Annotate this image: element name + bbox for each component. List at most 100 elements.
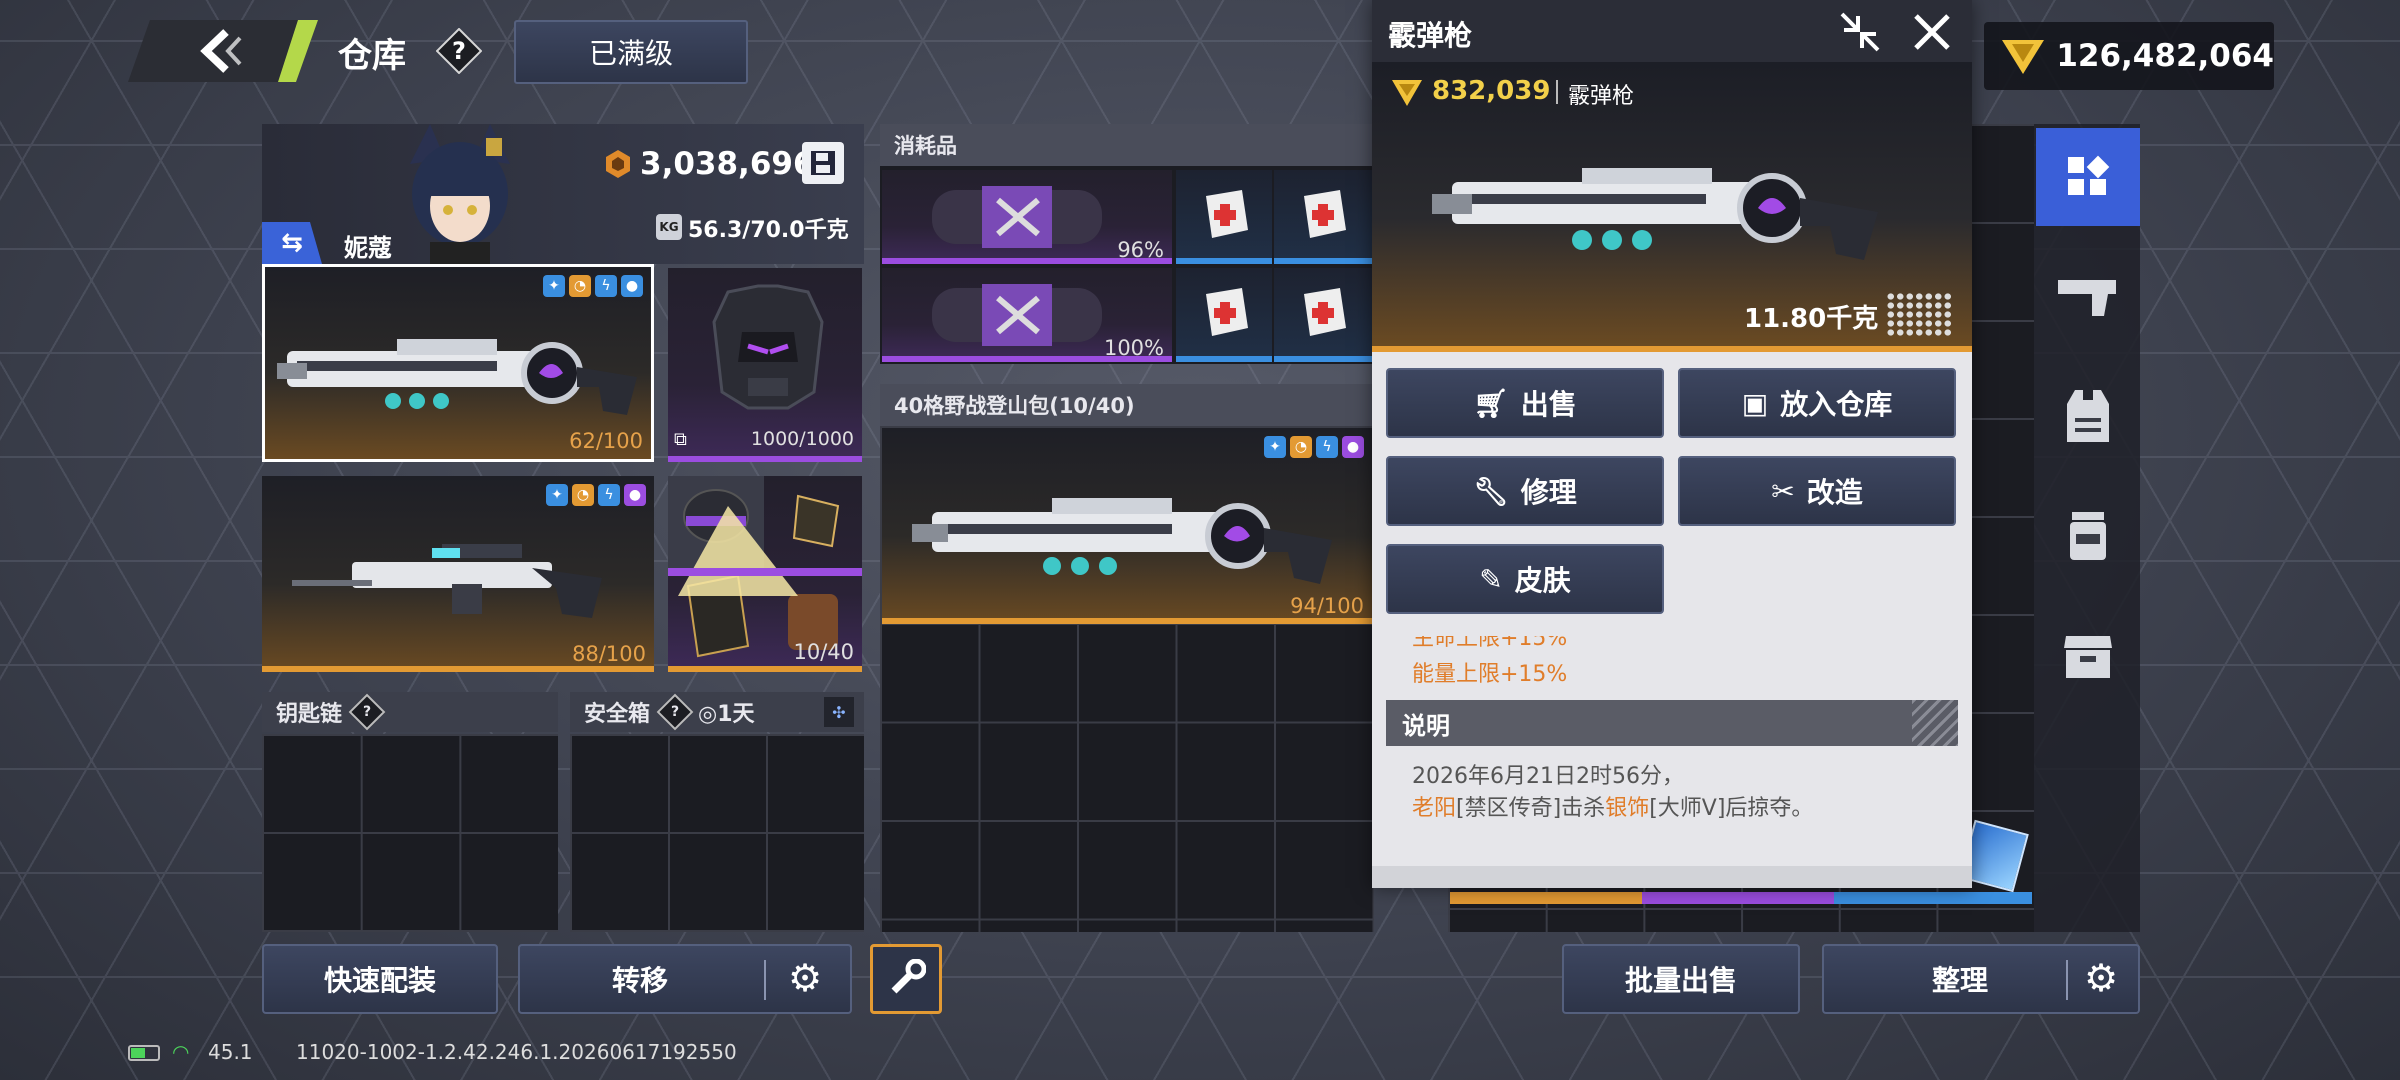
partial-stat: 生命上限+15% bbox=[1412, 626, 1568, 651]
detail-weight: 11.80千克 bbox=[1744, 304, 1879, 334]
primary-weapon-slot[interactable]: ✦ ◔ ϟ ● 62/100 bbox=[262, 264, 654, 462]
description-header: 说明 bbox=[1386, 700, 1958, 746]
help-icon[interactable]: ? bbox=[435, 27, 483, 75]
victim-rank: 银饰 bbox=[1605, 796, 1650, 821]
secondary-durability: 88/100 bbox=[572, 642, 646, 666]
weight-icon: KG bbox=[656, 214, 682, 240]
vest-icon bbox=[2067, 390, 2109, 442]
medkit-icon bbox=[1304, 190, 1346, 238]
weapon-mod-tags: ✦ ◔ ϟ ● bbox=[546, 484, 646, 506]
repair-button[interactable]: 🔧︎ 修理 bbox=[1386, 456, 1664, 526]
price-gem-icon bbox=[1390, 76, 1424, 108]
safebox-label: 安全箱 bbox=[584, 702, 651, 727]
header-stripes bbox=[1912, 700, 1958, 746]
cart-icon: 🛒︎ bbox=[1473, 386, 1509, 420]
transfer-button[interactable]: 转移 ⚙ bbox=[518, 944, 852, 1014]
consumable-item[interactable]: 96% bbox=[882, 170, 1172, 264]
energy-stat: 能量上限+15% bbox=[1412, 662, 1568, 687]
medkit-slot[interactable] bbox=[1176, 268, 1272, 362]
filter-tab-misc[interactable] bbox=[2036, 606, 2140, 706]
back-button[interactable] bbox=[128, 20, 318, 82]
swap-icon: ⇆ bbox=[281, 228, 303, 258]
armor-slot[interactable]: ⧉ 1000/1000 bbox=[668, 268, 862, 462]
warehouse-item-bottom[interactable] bbox=[1450, 892, 2032, 904]
transfer-label: 转移 bbox=[612, 964, 669, 997]
backpack-item-durability: 94/100 bbox=[1290, 594, 1364, 618]
character-weight: 56.3/70.0千克 bbox=[688, 218, 849, 243]
secondary-weapon-slot[interactable]: ✦ ◔ ϟ ● 88/100 bbox=[262, 476, 654, 672]
character-currency: 3,038,696 bbox=[640, 146, 815, 182]
page-title: 仓库 bbox=[338, 36, 406, 76]
battery-pack-icon bbox=[932, 186, 1102, 248]
weapon-mod-tags: ✦ ◔ ϟ ● bbox=[543, 275, 643, 297]
organize-settings-icon[interactable]: ⚙ bbox=[2084, 956, 2118, 1000]
spray-icon: ✎ bbox=[1479, 562, 1503, 596]
wrench-icon: 🔧︎ bbox=[1473, 474, 1509, 508]
item-size-grid-icon bbox=[1886, 292, 1954, 336]
expand-safebox-icon[interactable]: ✣ bbox=[824, 697, 854, 727]
save-loadout-button[interactable] bbox=[802, 142, 844, 184]
grid-icon bbox=[2068, 155, 2110, 195]
modify-button[interactable]: ✂ 改造 bbox=[1678, 456, 1956, 526]
filter-tab-armor[interactable] bbox=[2036, 366, 2140, 466]
weapon-durability: 62/100 bbox=[569, 429, 643, 453]
consumable-item[interactable]: 100% bbox=[882, 268, 1172, 362]
bulk-sell-button[interactable]: 批量出售 bbox=[1562, 944, 1800, 1014]
detail-type: 霰弹枪 bbox=[1568, 84, 1635, 109]
backpack-shotgun-item[interactable]: ✦ ◔ ϟ ● 94/100 bbox=[882, 428, 1372, 624]
close-icon[interactable] bbox=[1912, 12, 1952, 52]
filter-tab-consumables[interactable] bbox=[2036, 486, 2140, 586]
filter-tab-all[interactable] bbox=[2036, 128, 2140, 226]
store-button[interactable]: ▣ 放入仓库 bbox=[1678, 368, 1956, 438]
svg-text:?: ? bbox=[452, 37, 466, 65]
box-icon: ▣ bbox=[1741, 386, 1769, 420]
medkit-slot[interactable] bbox=[1274, 268, 1372, 362]
wifi-icon: ◠ bbox=[172, 1040, 190, 1064]
price-divider bbox=[1556, 80, 1558, 104]
back-icon bbox=[128, 20, 318, 82]
quick-loadout-button[interactable]: 快速配装 bbox=[262, 944, 498, 1014]
collapse-icon[interactable] bbox=[1838, 10, 1882, 54]
wrench-tool-button[interactable] bbox=[870, 944, 942, 1014]
jar-icon bbox=[2070, 512, 2106, 560]
shotgun-icon bbox=[912, 498, 1332, 584]
medkit-slot[interactable] bbox=[1176, 170, 1272, 264]
safebox-grid[interactable] bbox=[570, 734, 864, 932]
footer-pattern bbox=[1372, 866, 1972, 888]
armor-vest-icon bbox=[712, 284, 824, 410]
safebox-help-icon[interactable]: ? bbox=[656, 693, 694, 731]
gun-icon bbox=[2058, 280, 2116, 316]
signal-value: 45.1 bbox=[208, 1040, 253, 1064]
character-portrait bbox=[390, 124, 530, 264]
keychain-grid[interactable] bbox=[262, 734, 558, 932]
save-icon bbox=[811, 151, 835, 175]
medkit-slot[interactable] bbox=[1274, 170, 1372, 264]
skin-button[interactable]: ✎ 皮肤 bbox=[1386, 544, 1664, 614]
detail-title: 霰弹枪 bbox=[1388, 19, 1473, 52]
detail-rarity-line bbox=[1372, 346, 1972, 352]
killer-name: 老阳 bbox=[1412, 796, 1457, 821]
transfer-settings-icon[interactable]: ⚙ bbox=[788, 956, 822, 1000]
safebox-header: 安全箱 ? ◎1天 ✣ bbox=[570, 692, 864, 732]
detail-price: 832,039 bbox=[1432, 76, 1551, 106]
item-detail-popup: 霰弹枪 832,039 霰弹枪 11.80千克 🛒︎ 出售 ▣ 放入仓库 🔧︎ 修理 … bbox=[1372, 0, 1972, 888]
backpack-slot[interactable]: 10/40 bbox=[668, 476, 862, 672]
sell-button[interactable]: 🛒︎ 出售 bbox=[1386, 368, 1664, 438]
keychain-help-icon[interactable]: ? bbox=[348, 693, 386, 731]
description-title: 说明 bbox=[1402, 711, 1450, 740]
detail-shotgun-icon bbox=[1432, 168, 1878, 260]
safebox-timer: ◎1天 bbox=[698, 702, 755, 727]
organize-label: 整理 bbox=[1932, 964, 1989, 997]
max-level-button[interactable]: 已满级 bbox=[514, 20, 748, 84]
filter-tab-weapons[interactable] bbox=[2036, 246, 2140, 346]
gold-gem-icon bbox=[2002, 40, 2044, 74]
description-line2: 老阳[禁区传奇]击杀银饰[大师V]后掠夺。 bbox=[1412, 796, 1814, 821]
weapon-mod-tags: ✦ ◔ ϟ ● bbox=[1264, 436, 1364, 458]
battery-icon bbox=[128, 1045, 160, 1061]
backpack-header: 40格野战登山包(10/40) bbox=[880, 384, 1374, 426]
medkit-icon bbox=[1206, 288, 1248, 336]
wrench-icon bbox=[891, 959, 926, 994]
shotgun-icon bbox=[277, 339, 637, 415]
coin-icon bbox=[606, 150, 630, 178]
organize-button[interactable]: 整理 ⚙ bbox=[1822, 944, 2140, 1014]
